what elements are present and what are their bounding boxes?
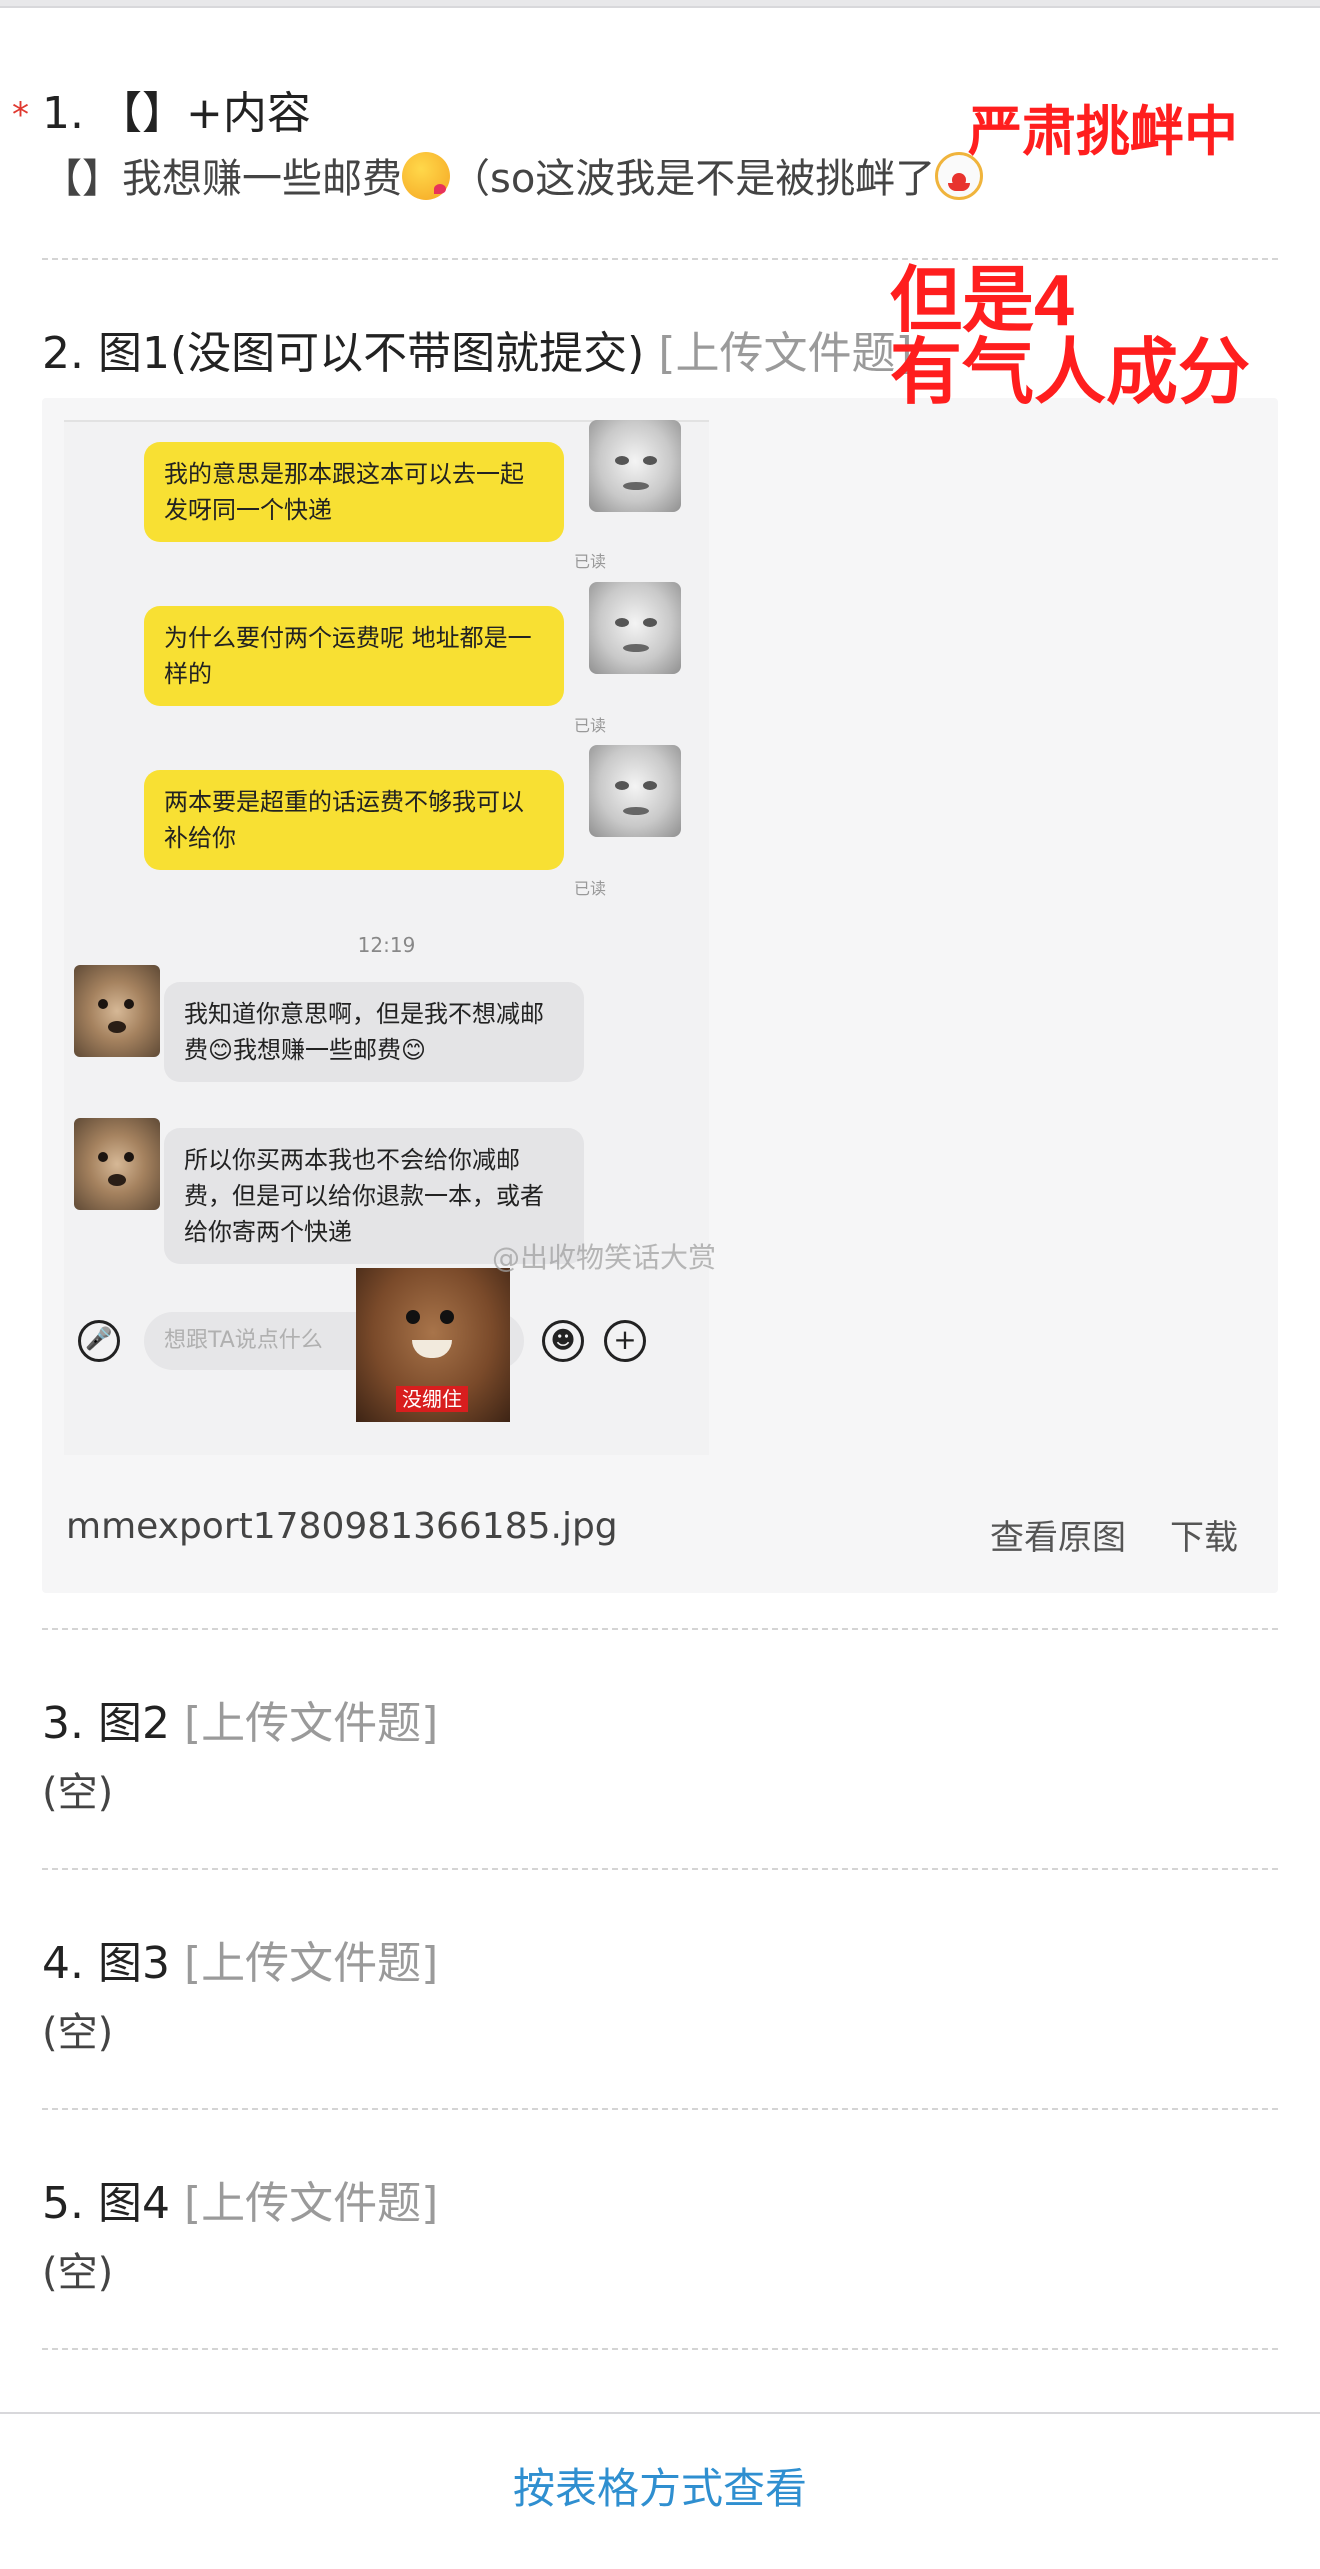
plus-icon: + bbox=[604, 1320, 646, 1362]
sender-avatar bbox=[589, 420, 681, 512]
question-divider bbox=[42, 2108, 1278, 2110]
read-status: 已读 bbox=[574, 552, 607, 571]
question-type-label: [上传文件题] bbox=[183, 2178, 439, 2229]
sender-avatar bbox=[589, 582, 681, 674]
question-text: 图4 bbox=[97, 2178, 170, 2229]
sent-message-bubble: 两本要是超重的话运费不够我可以补给你 bbox=[144, 770, 564, 870]
question-type-label: [上传文件题] bbox=[183, 1698, 439, 1749]
kissing-face-icon bbox=[402, 152, 450, 200]
question-title: 3. 图2 [上传文件题] bbox=[42, 1696, 1278, 1752]
annotation-annoying-part: 有气人成分 bbox=[890, 333, 1251, 413]
question-divider bbox=[42, 258, 1278, 260]
question-5: 5. 图4 [上传文件题] (空) bbox=[42, 2176, 1278, 2300]
empty-answer: (空) bbox=[42, 2010, 114, 2056]
question-number: 1. bbox=[42, 88, 84, 139]
question-divider bbox=[42, 1868, 1278, 1870]
answer-text-suffix: （so这波我是不是被挑衅了 bbox=[450, 156, 936, 202]
emoji-icon: ☻ bbox=[542, 1320, 584, 1362]
uploaded-image-card: 我的意思是那本跟这本可以去一起发呀同一个快递 已读 为什么要付两个运费呢 地址都… bbox=[42, 398, 1278, 1593]
download-link[interactable]: 下载 bbox=[1170, 1510, 1238, 1559]
question-number: 3. bbox=[42, 1698, 84, 1749]
sticker-caption: 没绷住 bbox=[396, 1386, 468, 1412]
read-status: 已读 bbox=[574, 716, 607, 735]
received-message-bubble: 我知道你意思啊，但是我不想减邮费😊我想赚一些邮费😊 bbox=[164, 982, 584, 1082]
read-status: 已读 bbox=[574, 879, 607, 898]
question-title: 5. 图4 [上传文件题] bbox=[42, 2176, 1278, 2232]
required-mark: * bbox=[12, 95, 29, 135]
question-4: 4. 图3 [上传文件题] (空) bbox=[42, 1936, 1278, 2060]
question-text: 图1(没图可以不带图就提交) bbox=[97, 328, 645, 379]
file-name: mmexport1780981366185.jpg bbox=[66, 1506, 618, 1547]
empty-answer: (空) bbox=[42, 2250, 114, 2296]
view-original-link[interactable]: 查看原图 bbox=[990, 1510, 1126, 1559]
receiver-avatar bbox=[74, 965, 160, 1057]
annotation-but-4: 但是4 bbox=[890, 261, 1075, 341]
chat-screenshot-image[interactable]: 我的意思是那本跟这本可以去一起发呀同一个快递 已读 为什么要付两个运费呢 地址都… bbox=[64, 420, 709, 1455]
answer-text: 【】我想赚一些邮费 bbox=[42, 156, 402, 202]
sent-message-bubble: 为什么要付两个运费呢 地址都是一样的 bbox=[144, 606, 564, 706]
question-title: 4. 图3 [上传文件题] bbox=[42, 1936, 1278, 1992]
chat-timestamp: 12:19 bbox=[357, 933, 416, 957]
question-type-label: [上传文件题] bbox=[658, 328, 913, 379]
sender-avatar bbox=[589, 745, 681, 837]
weibo-watermark: @出收物笑话大赏 bbox=[492, 1241, 717, 1274]
view-as-table-link[interactable]: 按表格方式查看 bbox=[0, 2455, 1320, 2516]
question-text: 图2 bbox=[97, 1698, 170, 1749]
footer-divider bbox=[0, 2412, 1320, 2414]
question-text: 图3 bbox=[97, 1938, 170, 1989]
question-number: 4. bbox=[42, 1938, 84, 1989]
bear-sticker: 没绷住 bbox=[356, 1268, 510, 1422]
question-number: 5. bbox=[42, 2178, 84, 2229]
empty-answer: (空) bbox=[42, 1770, 114, 1816]
top-divider bbox=[0, 0, 1320, 8]
question-divider bbox=[42, 2348, 1278, 2350]
question-divider bbox=[42, 1628, 1278, 1630]
sent-message-bubble: 我的意思是那本跟这本可以去一起发呀同一个快递 bbox=[144, 442, 564, 542]
question-3: 3. 图2 [上传文件题] (空) bbox=[42, 1696, 1278, 1820]
microphone-icon: 🎤 bbox=[78, 1320, 120, 1362]
question-type-label: [上传文件题] bbox=[183, 1938, 439, 1989]
question-number: 2. bbox=[42, 328, 84, 379]
annotation-serious-provocation: 严肃挑衅中 bbox=[968, 102, 1238, 162]
question-text: 【】+内容 bbox=[97, 88, 311, 139]
receiver-avatar bbox=[74, 1118, 160, 1210]
